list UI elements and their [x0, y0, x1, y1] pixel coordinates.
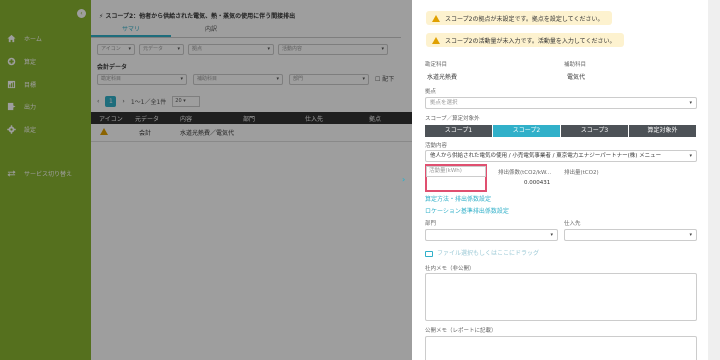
tab-scope2[interactable]: スコープ2 — [493, 125, 561, 137]
internal-memo-label: 社内メモ（非公開） — [425, 266, 475, 272]
method-settings-link[interactable]: 算定方法・排出係数設定 — [425, 194, 491, 203]
chevron-right-icon[interactable]: › — [402, 175, 405, 184]
site-select[interactable]: 拠点を選択 ▾ — [425, 97, 697, 109]
department-label: 部門 — [425, 221, 437, 227]
scope-label: スコープ／算定対象外 — [425, 116, 480, 122]
file-drop-zone[interactable]: ファイル選択もしくはここにドラッグ — [425, 248, 539, 257]
department-select[interactable]: ▾ — [425, 229, 558, 241]
emission-label: 排出量(tCO2) — [564, 170, 599, 176]
amount-input[interactable]: 活動量(kWh) — [426, 166, 486, 177]
factor-value: 0.000431 — [524, 180, 551, 186]
activity-select[interactable]: 他人から供給された電気の使用 / 小売電気事業者 / 東京電力エナジーパートナー… — [425, 150, 697, 162]
detail-panel: スコープ2の拠点が未設定です。拠点を設定してください。 スコープ2の活動量が未入… — [412, 0, 708, 360]
sub-account-label: 補助科目 — [564, 62, 587, 68]
alert-amount-missing: スコープ2の活動量が未入力です。活動量を入力してください。 — [426, 33, 624, 47]
alert-site-missing: スコープ2の拠点が未設定です。拠点を設定してください。 — [426, 11, 612, 25]
warning-icon — [432, 14, 440, 22]
factor-label: 排出係数(tCO2/kW... — [498, 170, 552, 176]
activity-label: 活動内容 — [425, 143, 448, 149]
supplier-select[interactable]: ▾ — [564, 229, 697, 241]
tab-out-of-scope[interactable]: 算定対象外 — [629, 125, 697, 137]
account-value: 水道光熱費 — [427, 74, 458, 81]
folder-icon — [425, 250, 433, 257]
public-memo-field[interactable] — [425, 336, 697, 360]
chevron-down-icon: ▾ — [550, 232, 553, 238]
location-factor-link[interactable]: ロケーション基準排出係数設定 — [425, 206, 509, 215]
supplier-label: 仕入先 — [564, 221, 581, 227]
tab-scope3[interactable]: スコープ3 — [561, 125, 629, 137]
scope-tabs: スコープ1 スコープ2 スコープ3 算定対象外 — [425, 125, 697, 137]
internal-memo-field[interactable] — [425, 273, 697, 321]
sub-account-value: 電気代 — [567, 74, 586, 81]
chevron-down-icon: ▾ — [687, 151, 692, 161]
public-memo-label: 公開メモ（レポートに記載） — [425, 328, 497, 334]
chevron-down-icon: ▾ — [689, 232, 692, 238]
scrollbar[interactable] — [708, 0, 720, 360]
warning-icon — [432, 36, 440, 44]
site-label: 拠点 — [425, 89, 437, 95]
tab-scope1[interactable]: スコープ1 — [425, 125, 493, 137]
chevron-down-icon: ▾ — [689, 100, 692, 106]
account-label: 勘定科目 — [425, 62, 448, 68]
